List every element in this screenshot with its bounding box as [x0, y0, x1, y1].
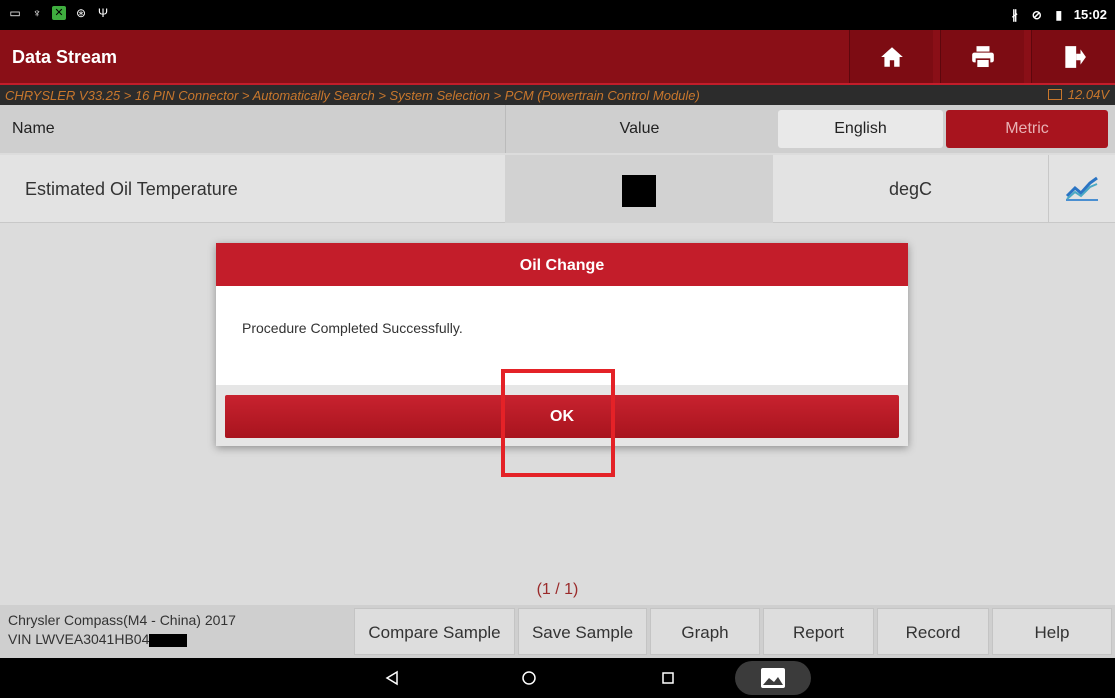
- vehicle-model: Chrysler Compass(M4 - China) 2017: [8, 612, 236, 628]
- back-icon: [385, 670, 398, 686]
- report-button[interactable]: Report: [763, 608, 874, 655]
- square-recents-icon: [662, 672, 674, 684]
- stethoscope-icon: ♆: [32, 6, 42, 20]
- breadcrumb: CHRYSLER V33.25 > 16 PIN Connector > Aut…: [0, 85, 1115, 105]
- graph-button[interactable]: Graph: [650, 608, 760, 655]
- graph-trend-icon: [1065, 176, 1098, 201]
- back-button[interactable]: [380, 666, 404, 690]
- no-signal-icon: ⊘: [1031, 7, 1042, 22]
- column-value-header-cell: Value: [505, 105, 773, 153]
- circle-home-icon: [522, 671, 536, 685]
- bottom-toolbar: Chrysler Compass(M4 - China) 2017 VIN LW…: [0, 605, 1115, 658]
- app-notification-icon: ✕: [52, 6, 66, 20]
- row-graph-button[interactable]: [1048, 155, 1115, 223]
- english-units-button[interactable]: English: [778, 110, 943, 148]
- row-unit: degC: [888, 179, 933, 199]
- printer-icon: [971, 45, 994, 69]
- recents-button[interactable]: [656, 666, 680, 690]
- screenshot-icon: ▭: [9, 6, 21, 20]
- car-battery-icon: [1047, 89, 1062, 100]
- dialog-footer: OK: [216, 385, 908, 446]
- clock: 15:02: [1073, 7, 1107, 22]
- home-icon: [880, 46, 903, 67]
- help-button[interactable]: Help: [992, 608, 1112, 655]
- compare-sample-button[interactable]: Compare Sample: [354, 608, 515, 655]
- android-nav-bar: [0, 658, 1115, 698]
- home-button[interactable]: [849, 30, 933, 83]
- exit-button[interactable]: [1031, 30, 1115, 83]
- battery-icon: ▮: [1055, 7, 1063, 22]
- row-value-cell: [505, 155, 773, 223]
- image-icon: [761, 668, 785, 688]
- status-icons-right: ∦ ⊘ ▮ 15:02: [1008, 7, 1107, 22]
- status-icons-left: ▭ ♆ ✕ ⊛ Ψ: [8, 6, 110, 20]
- vehicle-vin-line: VIN LWVEA3041HB04: [8, 630, 236, 649]
- voltage-value: 12.04V: [1067, 87, 1109, 102]
- table-row[interactable]: Estimated Oil Temperature degC: [0, 155, 1115, 223]
- page-title: Data Stream: [12, 47, 118, 67]
- breadcrumb-path: CHRYSLER V33.25 > 16 PIN Connector > Aut…: [5, 88, 700, 103]
- table-header: Name Value English Metric: [0, 105, 1115, 153]
- exit-icon: [1064, 45, 1086, 68]
- save-sample-button[interactable]: Save Sample: [518, 608, 647, 655]
- oil-change-dialog: Oil Change Procedure Completed Successfu…: [216, 243, 908, 446]
- redacted-value: [622, 175, 656, 207]
- bluetooth-icon: ∦: [1011, 7, 1018, 22]
- home-nav-button[interactable]: [517, 666, 541, 690]
- dialog-title: Oil Change: [216, 243, 908, 286]
- ok-button[interactable]: OK: [225, 395, 899, 438]
- column-value-header: Value: [619, 120, 660, 137]
- record-button[interactable]: Record: [877, 608, 989, 655]
- page-indicator: (1 / 1): [536, 581, 579, 598]
- row-parameter-name: Estimated Oil Temperature: [25, 179, 238, 199]
- battery-voltage: 12.04V: [1047, 87, 1109, 102]
- settings-notification-icon: ⊛: [75, 6, 87, 20]
- vin-redaction: [149, 633, 188, 647]
- usb-icon: Ψ: [97, 6, 109, 20]
- title-bar: Data Stream: [0, 30, 1115, 85]
- vehicle-vin: VIN LWVEA3041HB04: [8, 631, 150, 647]
- print-button[interactable]: [940, 30, 1024, 83]
- dialog-message: Procedure Completed Successfully.: [242, 320, 463, 336]
- status-bar: ▭ ♆ ✕ ⊛ Ψ ∦ ⊘ ▮ 15:02: [0, 0, 1115, 30]
- vehicle-info: Chrysler Compass(M4 - China) 2017 VIN LW…: [8, 611, 236, 649]
- column-name-header: Name: [12, 120, 55, 137]
- gallery-shortcut-button[interactable]: [735, 661, 811, 695]
- metric-units-button[interactable]: Metric: [946, 110, 1108, 148]
